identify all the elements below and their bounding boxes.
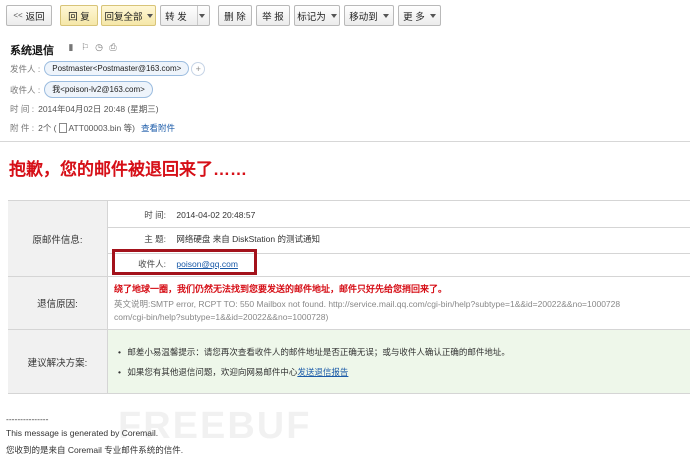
clock-icon[interactable]: ◷ <box>94 42 104 52</box>
watermark: FREEBUF <box>118 405 312 447</box>
bounce-headline: 抱歉，您的邮件被退回来了…… <box>9 160 247 179</box>
bookmark-icon[interactable]: ▮ <box>66 42 76 52</box>
reply-all-button[interactable]: 回复全部 <box>101 5 156 26</box>
flag-icon[interactable]: ⚐ <box>80 42 90 52</box>
bounce-reason-row: 退信原因: 绕了地球一圈，我们仍然无法找到您要发送的邮件地址，邮件只好先给您捎回… <box>8 277 690 329</box>
bounce-table: 原邮件信息: 时 间: 2014-04-02 20:48:57 主 题: 网络硬… <box>8 200 690 394</box>
toolbar: << 返回 回 复 回复全部 转 发 删 除 举 报 标记为 移动到 更 多 <box>0 0 690 35</box>
bullet-icon: • <box>118 347 121 357</box>
report-button[interactable]: 举 报 <box>256 5 290 26</box>
advice-row: 建议解决方案: • 邮差小易温馨提示：请您再次查看收件人的邮件地址是否正确无误；… <box>8 330 690 393</box>
to-row: 收件人 : 我<poison-lv2@163.com> <box>10 81 153 98</box>
double-chevron-left-icon: << <box>13 11 23 20</box>
view-attachments-link[interactable]: 查看附件 <box>141 122 175 134</box>
chevron-down-icon <box>382 13 389 18</box>
forward-button[interactable]: 转 发 <box>160 5 210 26</box>
move-to-dropdown[interactable]: 移动到 <box>344 5 394 26</box>
mark-as-dropdown[interactable]: 标记为 <box>294 5 340 26</box>
chevron-down-icon <box>429 13 436 18</box>
subject-icons: ▮ ⚐ ◷ ⎙ <box>66 42 118 52</box>
chevron-down-icon <box>198 13 205 18</box>
back-button[interactable]: << 返回 <box>6 5 52 26</box>
delete-button[interactable]: 删 除 <box>218 5 252 26</box>
chevron-down-icon <box>330 13 337 18</box>
more-dropdown[interactable]: 更 多 <box>398 5 441 26</box>
sender-chip[interactable]: Postmaster<Postmaster@163.com> <box>44 61 190 76</box>
attachment-row: 附 件 : 2个 ( ATT00003.bin 等) 查看附件 <box>10 122 175 134</box>
highlight-box <box>112 249 257 275</box>
bullet-icon: • <box>118 367 121 377</box>
recipient-chip[interactable]: 我<poison-lv2@163.com> <box>44 81 153 98</box>
chevron-down-icon <box>146 13 153 18</box>
file-icon <box>58 123 67 133</box>
bounce-reason-cn: 绕了地球一圈，我们仍然无法找到您要发送的邮件地址，邮件只好先给您捎回来了。 <box>114 284 448 294</box>
bounce-reason-en-2: com/cgi-bin/help?subtype=1&&id=20022&&no… <box>114 312 329 322</box>
send-bounce-report-link[interactable]: 发送退信报告 <box>297 367 348 377</box>
divider <box>0 141 690 142</box>
mail-subject: 系统退信 <box>10 45 54 57</box>
time-row: 时 间 : 2014年04月02日 20:48 (星期三) <box>10 104 159 114</box>
from-row: 发件人 : Postmaster<Postmaster@163.com> + <box>10 61 206 76</box>
bounce-reason-en-1: 英文说明:SMTP error, RCPT TO: 550 Mailbox no… <box>114 299 621 309</box>
print-icon[interactable]: ⎙ <box>108 42 118 52</box>
original-info-row: 原邮件信息: 时 间: 2014-04-02 20:48:57 主 题: 网络硬… <box>8 201 690 276</box>
add-contact-icon[interactable]: + <box>191 61 206 76</box>
reply-button[interactable]: 回 复 <box>60 5 98 26</box>
